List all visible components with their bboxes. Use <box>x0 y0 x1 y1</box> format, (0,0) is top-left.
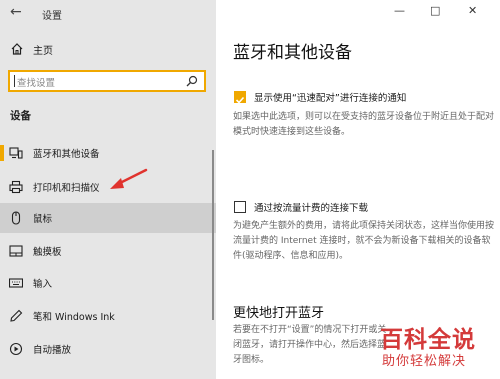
watermark-title: 百科全说 <box>380 327 476 353</box>
sidebar-item-home[interactable]: 主页 <box>10 40 53 58</box>
sidebar-item-printers[interactable]: 打印机和扫描仪 <box>0 172 216 202</box>
sidebar-item-label: 输入 <box>33 279 53 290</box>
metered-download-label[interactable]: 通过按流量计费的连接下载 <box>254 200 368 214</box>
settings-sidebar: ← 设置 主页 查找设置 设备 蓝牙和其他设备 打印机和扫描仪 鼠标 触摸板 输… <box>0 0 216 379</box>
sidebar-item-mouse[interactable]: 鼠标 <box>0 203 216 233</box>
section-heading-faster-bluetooth: 更快地打开蓝牙 <box>233 306 325 321</box>
search-icon[interactable] <box>186 75 198 87</box>
swift-pair-label[interactable]: 显示使用“迅速配对”进行连接的通知 <box>254 90 406 104</box>
back-arrow-icon[interactable]: ← <box>10 4 22 20</box>
search-input[interactable]: 查找设置 <box>8 70 206 92</box>
keyboard-icon <box>9 278 23 288</box>
sidebar-item-label: 自动播放 <box>33 345 72 356</box>
bluetooth-device-icon <box>9 147 23 159</box>
pen-icon <box>10 309 23 322</box>
printer-icon <box>9 180 23 194</box>
selection-indicator <box>0 145 4 161</box>
swift-pair-description: 如果选中此选项，则可以在受支持的蓝牙设备位于附近且处于配对模式时快速连接到这些设… <box>233 112 495 137</box>
touchpad-icon <box>9 245 23 257</box>
sidebar-scrollbar[interactable] <box>212 150 214 320</box>
app-title: 设置 <box>42 11 62 22</box>
section-title-devices: 设备 <box>10 110 31 122</box>
faster-bluetooth-description: 若要在不打开“设置”的情况下打开或关闭蓝牙，请打开操作中心，然后选择蓝牙图标。 <box>233 325 387 365</box>
home-label: 主页 <box>33 45 53 57</box>
title-bar: ← 设置 <box>0 0 216 26</box>
page-title: 蓝牙和其他设备 <box>233 43 352 63</box>
checkmark-icon <box>235 96 245 104</box>
sidebar-item-label: 蓝牙和其他设备 <box>33 149 100 160</box>
minimize-button[interactable]: — <box>394 4 405 17</box>
text-caret <box>14 75 15 87</box>
watermark-subtitle: 助你轻松解决 <box>382 354 467 369</box>
sidebar-item-label: 触摸板 <box>33 247 62 258</box>
sidebar-item-input[interactable]: 输入 <box>0 268 216 298</box>
metered-download-description: 为避免产生额外的费用，请将此项保持关闭状态，这样当你使用按流量计费的 Inter… <box>233 221 495 261</box>
maximize-button[interactable]: □ <box>430 4 440 17</box>
sidebar-item-label: 打印机和扫描仪 <box>33 183 100 194</box>
swift-pair-checkbox[interactable] <box>234 91 246 104</box>
close-button[interactable]: ✕ <box>468 4 477 17</box>
sidebar-item-touchpad[interactable]: 触摸板 <box>0 236 216 266</box>
metered-download-checkbox[interactable] <box>234 201 246 213</box>
mouse-icon <box>11 211 21 225</box>
sidebar-item-bluetooth[interactable]: 蓝牙和其他设备 <box>0 138 216 168</box>
search-placeholder: 查找设置 <box>17 78 56 89</box>
sidebar-item-label: 鼠标 <box>33 214 53 225</box>
home-icon <box>11 43 23 55</box>
sidebar-item-autoplay[interactable]: 自动播放 <box>0 334 216 364</box>
autoplay-icon <box>9 342 23 356</box>
sidebar-item-pen[interactable]: 笔和 Windows Ink <box>0 301 216 331</box>
sidebar-item-label: 笔和 Windows Ink <box>33 312 115 323</box>
